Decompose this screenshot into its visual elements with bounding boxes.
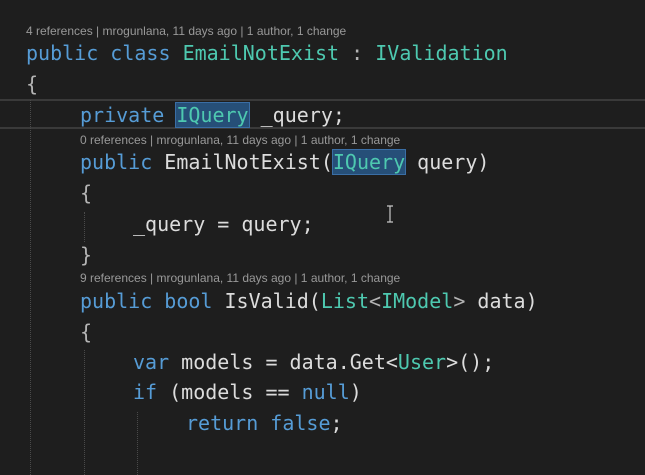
code-line-10: var models = data.Get<User>();: [133, 350, 494, 374]
keyword: return: [186, 411, 259, 435]
indent-guide-1: [30, 100, 31, 475]
type-name: IModel: [381, 289, 454, 313]
code-line-4: public EmailNotExist(IQuery query): [80, 149, 490, 175]
code-line-11: if (models == null): [133, 380, 362, 404]
indent-guide-3: [84, 350, 85, 475]
keyword: public: [80, 150, 153, 174]
interface-name: IValidation: [375, 41, 508, 65]
identifier: _query = query;: [133, 212, 314, 236]
brace: }: [80, 243, 93, 267]
keyword: null: [301, 380, 350, 404]
keyword: var: [133, 350, 170, 374]
indent-guide-2: [84, 212, 85, 242]
identifier: ): [349, 380, 362, 404]
keyword: public: [80, 289, 153, 313]
codelens-constructor[interactable]: 0 references | mrogunlana, 11 days ago |…: [80, 133, 400, 147]
code-line-3: private IQuery _query;: [80, 102, 345, 128]
identifier: _query;: [260, 103, 345, 127]
keyword: false: [270, 411, 331, 435]
indent-guide-4: [137, 412, 138, 475]
punctuation: :: [351, 41, 364, 65]
keyword: bool: [164, 289, 213, 313]
code-line-9: {: [80, 320, 92, 344]
keyword: private: [80, 103, 165, 127]
identifier: models = data.Get<: [181, 350, 398, 374]
codelens-class[interactable]: 4 references | mrogunlana, 11 days ago |…: [26, 24, 346, 38]
codelens-isvalid[interactable]: 9 references | mrogunlana, 11 days ago |…: [80, 271, 400, 285]
keyword: public: [26, 41, 99, 65]
text-cursor-icon: [387, 205, 393, 223]
code-line-8: public bool IsValid(List<IModel> data): [80, 289, 538, 313]
identifier: EmailNotExist(: [164, 150, 333, 174]
brace: {: [80, 181, 93, 205]
highlighted-reference[interactable]: IQuery: [331, 149, 407, 175]
identifier: query): [417, 150, 490, 174]
brace: {: [80, 320, 93, 344]
brace: {: [26, 72, 39, 96]
type-name: User: [397, 350, 447, 374]
code-line-2: {: [26, 72, 38, 96]
identifier: >();: [446, 350, 495, 374]
code-editor[interactable]: 4 references | mrogunlana, 11 days ago |…: [0, 0, 645, 475]
identifier: IsValid(: [224, 289, 321, 313]
identifier: (models ==: [169, 380, 302, 404]
punctuation: >: [453, 289, 466, 313]
punctuation: <: [369, 289, 382, 313]
keyword: if: [133, 380, 158, 404]
code-line-1: public class EmailNotExist : IValidation: [26, 41, 508, 65]
keyword: class: [110, 41, 171, 65]
identifier: ;: [330, 411, 343, 435]
identifier: data): [477, 289, 538, 313]
type-name: List: [320, 289, 370, 313]
code-line-7: }: [80, 243, 92, 267]
highlighted-reference[interactable]: IQuery: [175, 102, 250, 128]
code-line-12: return false;: [186, 411, 343, 435]
code-line-6: _query = query;: [133, 212, 314, 236]
code-line-5: {: [80, 181, 92, 205]
class-name: EmailNotExist: [182, 41, 340, 65]
